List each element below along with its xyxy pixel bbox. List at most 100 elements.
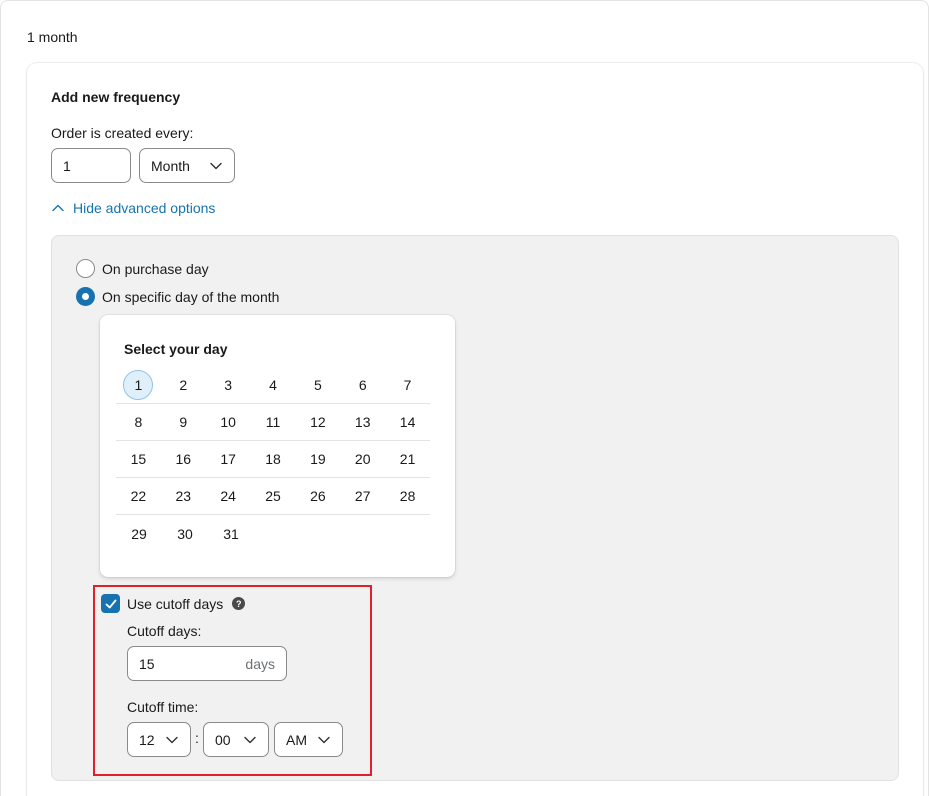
day-number: 20 bbox=[354, 451, 371, 467]
day-cell-17[interactable]: 17 bbox=[206, 441, 251, 478]
day-cell-20[interactable]: 20 bbox=[340, 441, 385, 478]
cutoff-days-input[interactable] bbox=[139, 655, 219, 672]
day-cell-3[interactable]: 3 bbox=[206, 367, 251, 404]
radio-on-purchase-day-label: On purchase day bbox=[102, 260, 209, 277]
day-row: 22 23 24 25 26 27 28 bbox=[116, 478, 430, 515]
use-cutoff-days-label: Use cutoff days bbox=[127, 595, 224, 612]
chevron-down-icon bbox=[209, 159, 223, 173]
day-number: 14 bbox=[399, 414, 416, 430]
chevron-down-icon bbox=[243, 733, 257, 747]
hide-advanced-options-label: Hide advanced options bbox=[73, 200, 216, 216]
day-number: 24 bbox=[220, 488, 236, 504]
day-cell-16[interactable]: 16 bbox=[161, 441, 206, 478]
day-cell-14[interactable]: 14 bbox=[385, 404, 430, 441]
day-cell-8[interactable]: 8 bbox=[116, 404, 161, 441]
interval-number-input[interactable] bbox=[51, 148, 131, 183]
day-number: 9 bbox=[179, 414, 188, 430]
day-cell-26[interactable]: 26 bbox=[295, 478, 340, 515]
cutoff-minute-value: 00 bbox=[215, 731, 231, 748]
cutoff-days-suffix: days bbox=[245, 655, 275, 672]
day-cell-4[interactable]: 4 bbox=[251, 367, 296, 404]
order-interval-label: Order is created every: bbox=[51, 125, 194, 141]
day-cell-19[interactable]: 19 bbox=[295, 441, 340, 478]
day-cell-29[interactable]: 29 bbox=[116, 515, 162, 552]
day-number: 11 bbox=[265, 414, 281, 430]
day-cell-18[interactable]: 18 bbox=[251, 441, 296, 478]
day-cell-27[interactable]: 27 bbox=[340, 478, 385, 515]
day-cell-11[interactable]: 11 bbox=[251, 404, 296, 441]
day-cell-31[interactable]: 31 bbox=[208, 515, 254, 552]
day-cell-10[interactable]: 10 bbox=[206, 404, 251, 441]
day-row: 29 30 31 bbox=[116, 515, 430, 552]
interval-unit-select[interactable]: Month bbox=[139, 148, 235, 183]
cutoff-time-label: Cutoff time: bbox=[127, 699, 199, 715]
day-number: 25 bbox=[265, 488, 281, 504]
card-title: Add new frequency bbox=[51, 89, 181, 105]
day-cell-21[interactable]: 21 bbox=[385, 441, 430, 478]
day-cell-15[interactable]: 15 bbox=[116, 441, 161, 478]
day-number: 13 bbox=[354, 414, 371, 430]
day-cell-9[interactable]: 9 bbox=[161, 404, 206, 441]
day-number: 18 bbox=[265, 451, 281, 467]
day-cell-22[interactable]: 22 bbox=[116, 478, 161, 515]
radio-button[interactable] bbox=[76, 259, 95, 278]
radio-on-specific-day[interactable]: On specific day of the month bbox=[76, 287, 279, 306]
day-number: 3 bbox=[224, 377, 233, 393]
day-cell-12[interactable]: 12 bbox=[295, 404, 340, 441]
day-number: 1 bbox=[123, 370, 154, 400]
day-picker: Select your day 1 2 3 4 5 6 7 8 9 10 11 12 13 14 15 16 1… bbox=[100, 315, 455, 577]
day-cell-13[interactable]: 13 bbox=[340, 404, 385, 441]
day-number: 7 bbox=[403, 377, 412, 393]
checkbox-checked[interactable] bbox=[101, 594, 120, 613]
day-cell-7[interactable]: 7 bbox=[385, 367, 430, 404]
day-cell-2[interactable]: 2 bbox=[161, 367, 206, 404]
day-number: 31 bbox=[223, 525, 239, 542]
use-cutoff-days-checkbox[interactable]: Use cutoff days ? bbox=[101, 594, 246, 613]
day-cell-23[interactable]: 23 bbox=[161, 478, 206, 515]
day-number: 12 bbox=[310, 414, 326, 430]
day-number: 8 bbox=[134, 414, 143, 430]
cutoff-days-label: Cutoff days: bbox=[127, 623, 202, 639]
day-row: 15 16 17 18 19 20 21 bbox=[116, 441, 430, 478]
day-cell-25[interactable]: 25 bbox=[251, 478, 296, 515]
day-number: 22 bbox=[130, 488, 147, 504]
day-number: 5 bbox=[313, 377, 322, 393]
day-number: 26 bbox=[310, 488, 326, 504]
day-row: 1 2 3 4 5 6 7 bbox=[116, 367, 430, 404]
day-row: 8 9 10 11 12 13 14 bbox=[116, 404, 430, 441]
hide-advanced-options-link[interactable]: Hide advanced options bbox=[51, 200, 215, 216]
radio-button-checked[interactable] bbox=[76, 287, 95, 306]
interval-unit-value: Month bbox=[151, 157, 190, 174]
day-cell-28[interactable]: 28 bbox=[385, 478, 430, 515]
cutoff-hour-value: 12 bbox=[139, 731, 155, 748]
day-cell-6[interactable]: 6 bbox=[340, 367, 385, 404]
day-number: 29 bbox=[131, 525, 147, 542]
chevron-up-icon bbox=[51, 201, 65, 215]
cutoff-period-value: AM bbox=[286, 731, 307, 748]
day-number: 28 bbox=[399, 488, 416, 504]
day-number: 6 bbox=[358, 377, 367, 393]
cutoff-minute-select[interactable]: 00 bbox=[203, 722, 269, 757]
day-number: 10 bbox=[220, 414, 236, 430]
radio-on-specific-day-label: On specific day of the month bbox=[102, 288, 280, 305]
day-number: 2 bbox=[179, 377, 188, 393]
day-number: 30 bbox=[177, 525, 193, 542]
day-cell-30[interactable]: 30 bbox=[162, 515, 208, 552]
day-cell-1[interactable]: 1 bbox=[116, 367, 161, 404]
day-number: 16 bbox=[175, 451, 192, 467]
day-number: 17 bbox=[220, 451, 236, 467]
day-number: 19 bbox=[310, 451, 326, 467]
checkmark-icon bbox=[105, 599, 116, 608]
day-cell-24[interactable]: 24 bbox=[206, 478, 251, 515]
chevron-down-icon bbox=[165, 733, 179, 747]
cutoff-period-select[interactable]: AM bbox=[274, 722, 343, 757]
time-separator: : bbox=[195, 730, 199, 746]
question-circle-icon[interactable]: ? bbox=[232, 597, 246, 610]
cutoff-days-field[interactable]: days bbox=[127, 646, 287, 681]
day-picker-title: Select your day bbox=[124, 341, 228, 357]
page-container: 1 month Add new frequency Order is creat… bbox=[0, 0, 929, 796]
cutoff-hour-select[interactable]: 12 bbox=[127, 722, 191, 757]
day-number: 23 bbox=[175, 488, 192, 504]
radio-on-purchase-day[interactable]: On purchase day bbox=[76, 259, 209, 278]
day-cell-5[interactable]: 5 bbox=[295, 367, 340, 404]
